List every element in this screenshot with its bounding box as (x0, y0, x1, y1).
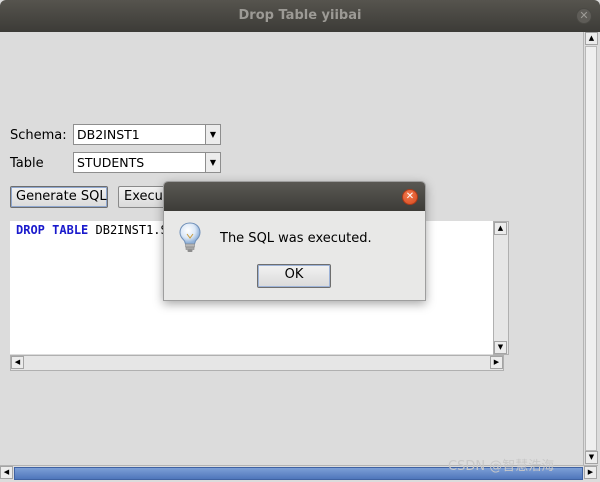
window-vertical-scrollbar[interactable]: ▲ ▼ (583, 32, 598, 465)
dialog-close-icon[interactable]: ✕ (402, 189, 418, 205)
watermark-text: CSDN @智慧浩海 (448, 459, 555, 474)
main-window: Drop Table yiibai ✕ Schema: DB2INST1 ▼ T… (0, 0, 600, 482)
scroll-right-icon[interactable]: ▶ (584, 466, 597, 479)
editor-vertical-scrollbar[interactable]: ▲ ▼ (493, 221, 509, 355)
scroll-up-icon[interactable]: ▲ (585, 32, 598, 45)
window-close-icon[interactable]: ✕ (576, 8, 592, 24)
scroll-down-icon[interactable]: ▼ (494, 341, 507, 354)
dialog-message: The SQL was executed. (220, 231, 372, 246)
chevron-down-icon[interactable]: ▼ (205, 153, 220, 172)
ok-button[interactable]: OK (257, 264, 331, 288)
scroll-right-icon[interactable]: ▶ (490, 356, 503, 369)
window-titlebar[interactable]: Drop Table yiibai ✕ (0, 0, 600, 32)
scroll-down-icon[interactable]: ▼ (585, 451, 598, 464)
sql-keyword-drop: DROP (16, 223, 45, 237)
sql-table-name: DB2INST1.S (88, 223, 168, 237)
scroll-left-icon[interactable]: ◀ (11, 356, 24, 369)
lightbulb-icon (179, 222, 201, 252)
sql-keyword-table: TABLE (52, 223, 89, 237)
window-title: Drop Table yiibai (238, 8, 362, 23)
schema-value: DB2INST1 (77, 127, 140, 142)
editor-horizontal-scrollbar[interactable]: ◀ ▶ (10, 355, 504, 371)
generate-sql-button[interactable]: Generate SQL (10, 186, 108, 208)
table-value: STUDENTS (77, 155, 145, 170)
table-label: Table (10, 156, 44, 171)
schema-combobox[interactable]: DB2INST1 ▼ (73, 124, 221, 145)
dialog-titlebar[interactable]: ✕ (164, 182, 425, 211)
scroll-left-icon[interactable]: ◀ (0, 466, 13, 479)
table-combobox[interactable]: STUDENTS ▼ (73, 152, 221, 173)
message-dialog: ✕ The SQL was executed. OK (163, 181, 426, 301)
scroll-up-icon[interactable]: ▲ (494, 222, 507, 235)
sql-text: DROP TABLE DB2INST1.S (16, 223, 168, 237)
scrollbar-trough[interactable] (585, 46, 597, 451)
schema-label: Schema: (10, 128, 67, 143)
chevron-down-icon[interactable]: ▼ (205, 125, 220, 144)
